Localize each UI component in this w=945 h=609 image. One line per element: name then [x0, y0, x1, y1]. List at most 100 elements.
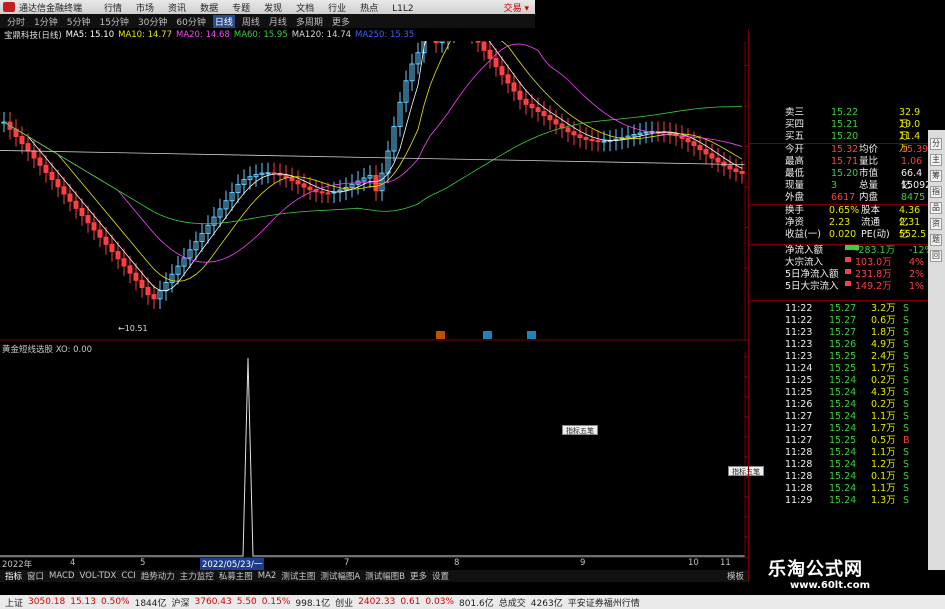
- trade-menu[interactable]: 交易 ▾: [504, 1, 529, 14]
- date-label: 8: [454, 558, 460, 568]
- tick-side: S: [903, 387, 910, 398]
- tick-price: 15.27: [829, 303, 857, 314]
- stat-value: 15.71: [831, 156, 859, 167]
- tick-volume: 1.2万: [871, 459, 896, 470]
- flow-bar: [845, 281, 851, 286]
- candle-body: [145, 287, 151, 296]
- period-8[interactable]: 月线: [267, 15, 289, 28]
- candle-body: [583, 136, 589, 140]
- candle-body: [115, 251, 121, 260]
- stat-label: 外盘: [785, 192, 805, 203]
- tick-row: 11:25 15.24 4.3万 S: [749, 387, 929, 399]
- side-tool-icon[interactable]: 筹: [930, 170, 942, 182]
- indicator-chart[interactable]: 1.000.900.800.700.600.500.400.300.200.10: [0, 352, 748, 557]
- indicator-tab[interactable]: 窗口: [27, 570, 44, 582]
- fund-flow-row: 净流入额 -283.1万 -12%: [749, 245, 934, 257]
- date-label: 5: [140, 558, 146, 568]
- flow-pct: 2%: [909, 269, 925, 280]
- indicator-tab[interactable]: 私募主图: [219, 570, 253, 582]
- drawing-tool-popup[interactable]: 指标五笔: [562, 425, 598, 435]
- tick-row: 11:28 15.24 1.1万 S: [749, 447, 929, 459]
- candles: [1, 41, 745, 309]
- candle-body: [73, 200, 79, 209]
- indicator-tab[interactable]: 设置: [432, 570, 449, 582]
- period-4[interactable]: 30分钟: [136, 15, 169, 28]
- tick-row: 11:22 15.27 3.2万 S: [749, 303, 929, 315]
- menu-item-1[interactable]: 市场: [136, 4, 154, 14]
- flow-value: 231.8万: [855, 269, 892, 280]
- indicator-tab[interactable]: MA2: [258, 571, 277, 581]
- period-9[interactable]: 多周期: [294, 15, 325, 28]
- indicator-tab[interactable]: 更多: [410, 570, 427, 582]
- indicator-tab[interactable]: 测试主图: [281, 570, 315, 582]
- indicator-tab[interactable]: 测试幅图B: [365, 570, 405, 582]
- order-label: 买四: [785, 119, 805, 130]
- status-item: 3050.18: [28, 597, 66, 607]
- side-tool-icon[interactable]: 主: [930, 154, 942, 166]
- period-1[interactable]: 1分钟: [32, 15, 60, 28]
- side-tool-icon[interactable]: 题: [930, 234, 942, 246]
- status-item: 沪深: [171, 598, 190, 609]
- candle-body: [295, 180, 301, 185]
- period-10[interactable]: 更多: [330, 15, 352, 28]
- status-item: 0.50%: [101, 597, 130, 607]
- side-tool-icon[interactable]: 指: [930, 186, 942, 198]
- period-7[interactable]: 周线: [240, 15, 262, 28]
- status-item: 4263亿: [530, 598, 563, 609]
- tick-price: 15.25: [829, 351, 857, 362]
- tick-price: 15.24: [829, 495, 857, 506]
- tick-volume: 0.2万: [871, 375, 896, 386]
- menu-item-2[interactable]: 资讯: [168, 4, 186, 14]
- period-6[interactable]: 日线: [212, 14, 235, 28]
- period-0[interactable]: 分时: [5, 15, 27, 28]
- menu-item-0[interactable]: 行情: [104, 4, 122, 14]
- fund-flow-row: 5日净流入额 231.8万 2%: [749, 269, 929, 281]
- date-label: 11: [720, 558, 731, 568]
- menu-item-5[interactable]: 发现: [264, 4, 282, 14]
- tick-side: S: [903, 363, 910, 374]
- indicator-tab[interactable]: MACD: [49, 571, 74, 581]
- period-5[interactable]: 60分钟: [174, 15, 207, 28]
- tick-volume: 0.6万: [871, 315, 896, 326]
- candle-body: [571, 131, 577, 136]
- candle-body: [289, 177, 295, 182]
- menu-item-7[interactable]: 行业: [328, 4, 346, 14]
- menu-item-3[interactable]: 数据: [200, 4, 218, 14]
- status-item: 998.1亿: [295, 598, 331, 609]
- period-3[interactable]: 15分钟: [97, 15, 130, 28]
- ma-legend-item: MA10: 14.77: [118, 30, 172, 40]
- order-price: 15.22: [831, 107, 859, 118]
- menu-item-6[interactable]: 文档: [296, 4, 314, 14]
- status-item: 总成交: [498, 598, 526, 609]
- side-tool-icon[interactable]: 分: [930, 138, 942, 150]
- tick-time: 11:22: [785, 303, 813, 314]
- candle-body: [577, 134, 583, 138]
- candlestick-chart[interactable]: 17.0016.0015.0014.0013.0012.00←21.58←10.…: [0, 41, 748, 341]
- candle-body: [691, 141, 697, 147]
- candle-body: [499, 66, 505, 76]
- stat-value: 15.32: [831, 144, 859, 155]
- indicator-tab[interactable]: CCI: [121, 571, 135, 581]
- side-tool-icon[interactable]: 资: [930, 218, 942, 230]
- period-2[interactable]: 5分钟: [65, 15, 93, 28]
- tick-time: 11:24: [785, 363, 813, 374]
- candle-body: [487, 49, 493, 59]
- indicator-tab[interactable]: VOL-TDX: [80, 571, 117, 581]
- tick-side: S: [903, 471, 910, 482]
- indicator-tab[interactable]: 指标: [5, 570, 22, 582]
- indicator-tab[interactable]: 趋势动力: [141, 570, 175, 582]
- menu-item-4[interactable]: 专题: [232, 4, 250, 14]
- ma10-line: [3, 41, 743, 282]
- candle-body: [535, 107, 541, 112]
- status-item: 0.15%: [261, 597, 291, 607]
- template-tab[interactable]: 模板: [727, 570, 744, 582]
- menu-item-9[interactable]: L1L2: [392, 4, 413, 14]
- indicator-tab[interactable]: 主力监控: [180, 570, 214, 582]
- indicator-tab[interactable]: 测试幅图A: [320, 570, 360, 582]
- side-tool-icon[interactable]: 回: [930, 250, 942, 262]
- stat-label: 总量: [859, 180, 879, 191]
- flow-label: 大宗流入: [785, 257, 824, 268]
- side-tool-icon[interactable]: 品: [930, 202, 942, 214]
- quote-stat-row: 收益(一) 0.020 PE(动) 552.5: [749, 229, 929, 241]
- menu-item-8[interactable]: 热点: [360, 4, 378, 14]
